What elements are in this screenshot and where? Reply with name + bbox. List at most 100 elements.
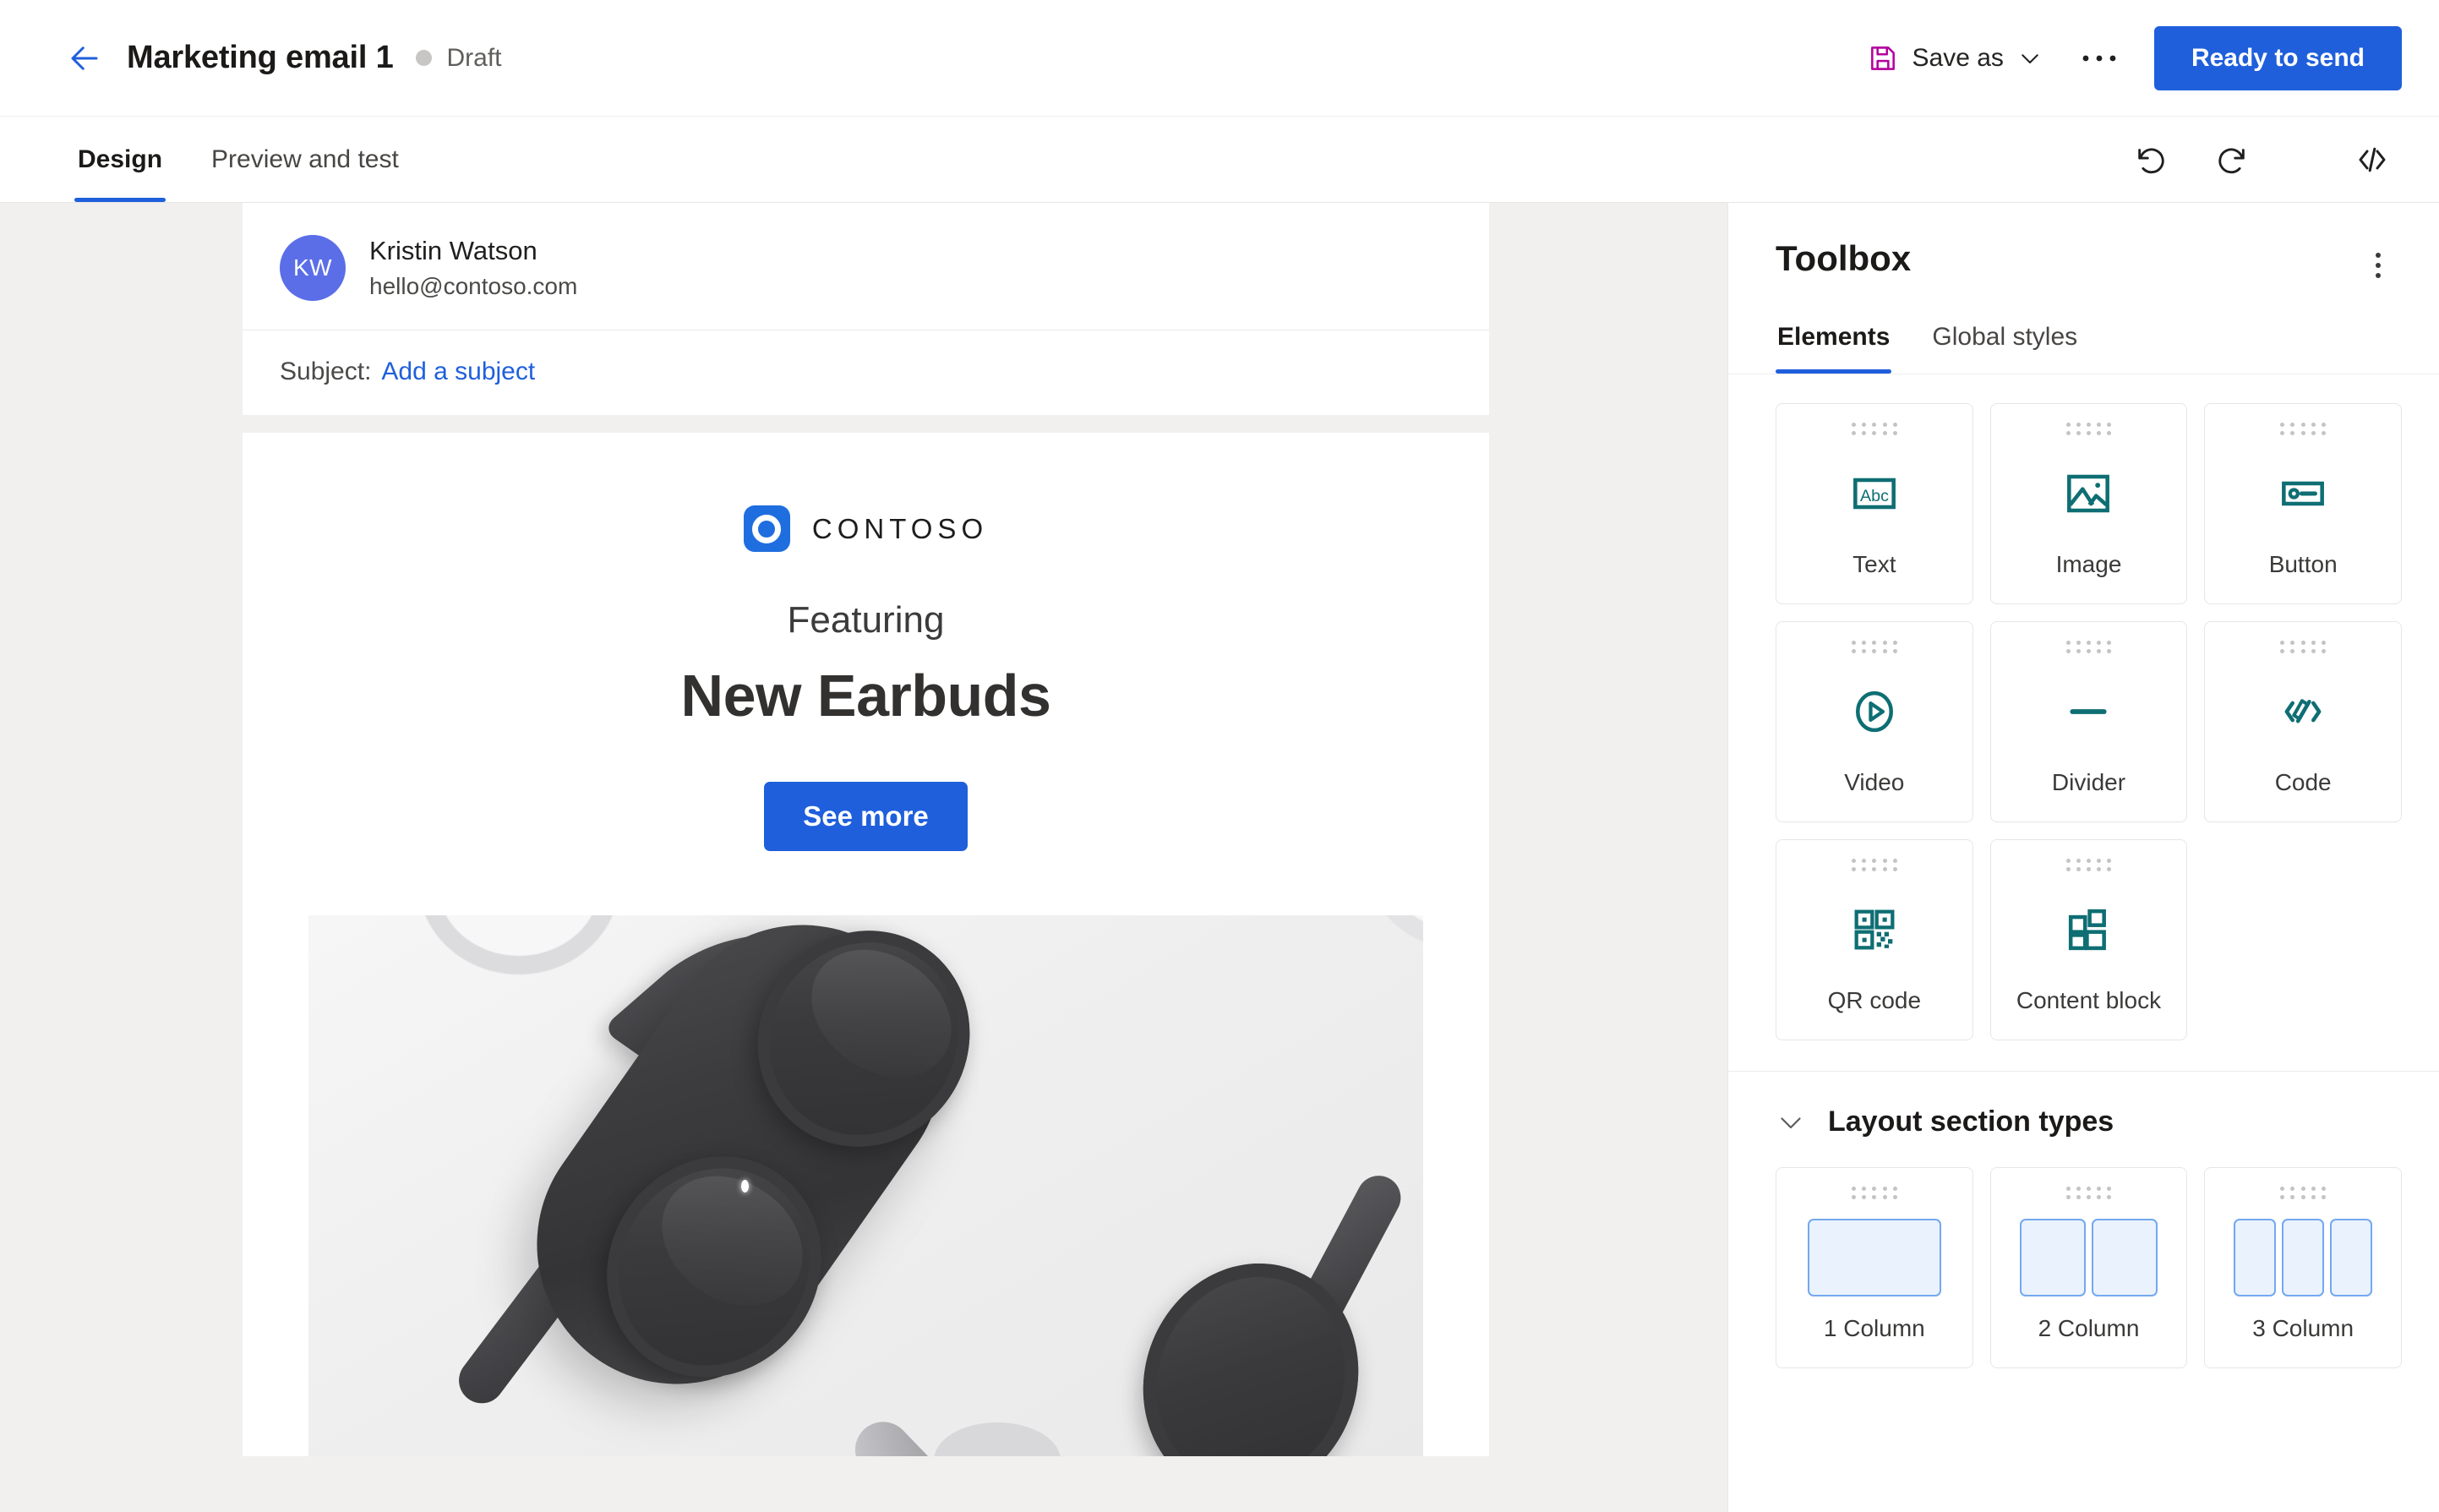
feature-line: Featuring	[787, 599, 945, 641]
subject-block[interactable]: Subject: Add a subject	[243, 330, 1489, 415]
back-button[interactable]	[61, 35, 108, 82]
cta-wrapper: See more	[243, 782, 1489, 851]
more-vertical-icon-dot-1	[2376, 253, 2381, 258]
layout-preview-3-column	[2205, 1199, 2401, 1315]
headline: New Earbuds	[680, 663, 1051, 729]
column-box	[2330, 1218, 2373, 1296]
element-tile-divider[interactable]: Divider	[1989, 621, 2188, 822]
floppy-disk-save-icon	[1870, 46, 1895, 70]
email-document: KW Kristin Watson hello@contoso.com Subj…	[243, 203, 1489, 1456]
hero-image[interactable]	[308, 915, 1423, 1456]
layout-tile-1-column[interactable]: 1 Column	[1776, 1167, 1973, 1368]
element-tile-video[interactable]: Video	[1776, 621, 1973, 822]
element-label-text: Text	[1852, 551, 1896, 577]
element-label-code: Code	[2274, 769, 2332, 795]
sender-email: hello@contoso.com	[369, 273, 578, 299]
element-label-content-block: Content block	[2016, 987, 2162, 1013]
background-blob-bottom	[934, 1422, 1061, 1456]
element-label-video: Video	[1844, 769, 1905, 795]
tab-global-styles-label: Global styles	[1932, 323, 2078, 351]
redo-button[interactable]	[2201, 130, 2260, 189]
drag-handle-dots-icon[interactable]	[2279, 423, 2327, 435]
layout-tile-3-column[interactable]: 3 Column	[2204, 1167, 2402, 1368]
more-options-button[interactable]	[2073, 32, 2125, 85]
ready-to-send-button[interactable]: Ready to send	[2153, 25, 2402, 90]
chevron-down-icon	[2022, 53, 2038, 63]
layout-section-title: Layout section types	[1828, 1105, 2114, 1138]
block-gap	[243, 415, 1489, 433]
elements-grid: Abc Text Image Button Video Divider Code…	[1776, 403, 2402, 1040]
element-label-divider: Divider	[2051, 769, 2126, 795]
save-as-button[interactable]: Save as	[1855, 34, 2054, 83]
logo-core	[761, 522, 773, 535]
tab-elements[interactable]: Elements	[1776, 323, 1892, 374]
toolbox-tabs: Elements Global styles	[1728, 323, 2439, 374]
layout-section-header[interactable]: Layout section types	[1728, 1072, 2439, 1138]
tab-elements-label: Elements	[1777, 323, 1891, 351]
elements-grid-area: Abc Text Image Button Video Divider Code…	[1728, 374, 2439, 1072]
element-tile-qr-code[interactable]: QR code	[1776, 839, 1973, 1040]
undo-arrow-icon	[2138, 148, 2164, 173]
drag-handle-dots-icon[interactable]	[2065, 641, 2112, 653]
code-pen-icon	[2205, 653, 2401, 769]
avatar: KW	[280, 235, 346, 301]
sender-name: Kristin Watson	[369, 236, 537, 265]
brand-lockup: CONTOSO	[243, 433, 1489, 552]
redo-arrow-icon	[2218, 148, 2245, 173]
top-command-bar: Marketing email 1 Draft Save as Ready to…	[0, 0, 2439, 117]
code-view-button[interactable]	[2343, 130, 2402, 189]
drag-handle-dots-icon[interactable]	[2279, 1187, 2327, 1199]
page-title: Marketing email 1	[127, 40, 394, 75]
drag-handle-dots-icon[interactable]	[1851, 859, 1898, 871]
toolbox-header: Toolbox	[1728, 203, 2439, 289]
element-tile-content-block[interactable]: Content block	[1989, 839, 2188, 1040]
tabstrip-spacer	[445, 117, 2104, 202]
editor-body: KW Kristin Watson hello@contoso.com Subj…	[0, 203, 2439, 1512]
sender-block[interactable]: KW Kristin Watson hello@contoso.com	[243, 203, 1489, 330]
column-box	[2234, 1218, 2277, 1296]
layout-label-2-column: 2 Column	[2038, 1315, 2140, 1341]
ellipsis-horizontal-icon	[2082, 55, 2116, 61]
drag-handle-dots-icon[interactable]	[2065, 423, 2112, 435]
save-as-label: Save as	[1912, 43, 2004, 72]
drag-handle-dots-icon[interactable]	[2065, 859, 2112, 871]
element-label-image: Image	[2055, 551, 2122, 577]
element-tile-image[interactable]: Image	[1989, 403, 2188, 604]
svg-text:Abc: Abc	[1860, 486, 1889, 505]
brand-name: CONTOSO	[811, 512, 989, 544]
see-more-button[interactable]: See more	[764, 782, 968, 851]
element-tile-button[interactable]: Button	[2204, 403, 2402, 604]
drag-handle-dots-icon[interactable]	[2279, 641, 2327, 653]
drag-handle-dots-icon[interactable]	[2065, 1187, 2112, 1199]
editor-tab-strip: Design Preview and test	[0, 117, 2439, 203]
element-tile-text[interactable]: Abc Text	[1776, 403, 1973, 604]
email-body-block[interactable]: CONTOSO Featuring New Earbuds See more	[243, 433, 1489, 1456]
undo-button[interactable]	[2123, 130, 2182, 189]
background-earbud-top	[418, 915, 619, 974]
layout-tile-2-column[interactable]: 2 Column	[1989, 1167, 2188, 1368]
layout-grid-area: 1 Column 2 Column 3 Column	[1728, 1138, 2439, 1402]
text-abc-icon: Abc	[1776, 435, 1972, 551]
layout-grid: 1 Column 2 Column 3 Column	[1776, 1167, 2402, 1368]
subject-label: Subject:	[280, 358, 372, 385]
drag-handle-dots-icon[interactable]	[1851, 641, 1898, 653]
contoso-logo-icon	[743, 505, 790, 552]
drag-handle-dots-icon[interactable]	[1851, 423, 1898, 435]
layout-label-1-column: 1 Column	[1823, 1315, 1925, 1341]
email-canvas[interactable]: KW Kristin Watson hello@contoso.com Subj…	[0, 203, 1727, 1512]
tab-preview-and-test-label: Preview and test	[211, 145, 399, 173]
layout-preview-1-column	[1776, 1199, 1972, 1315]
element-label-button: Button	[2268, 551, 2338, 577]
add-subject-link[interactable]: Add a subject	[381, 358, 535, 386]
more-vertical-icon-dot-3	[2376, 273, 2381, 278]
drag-handle-dots-icon[interactable]	[1851, 1187, 1898, 1199]
tab-design[interactable]: Design	[74, 117, 166, 202]
toolbox-title: Toolbox	[1776, 238, 1912, 278]
toolbox-more-button[interactable]	[2354, 242, 2402, 289]
element-tile-code[interactable]: Code	[2204, 621, 2402, 822]
hero-wrapper	[243, 915, 1489, 1456]
email-designer-app: Marketing email 1 Draft Save as Ready to…	[0, 0, 2439, 1512]
status-dot-icon	[415, 50, 432, 66]
tab-preview-and-test[interactable]: Preview and test	[208, 117, 402, 202]
tab-global-styles[interactable]: Global styles	[1930, 323, 2079, 374]
